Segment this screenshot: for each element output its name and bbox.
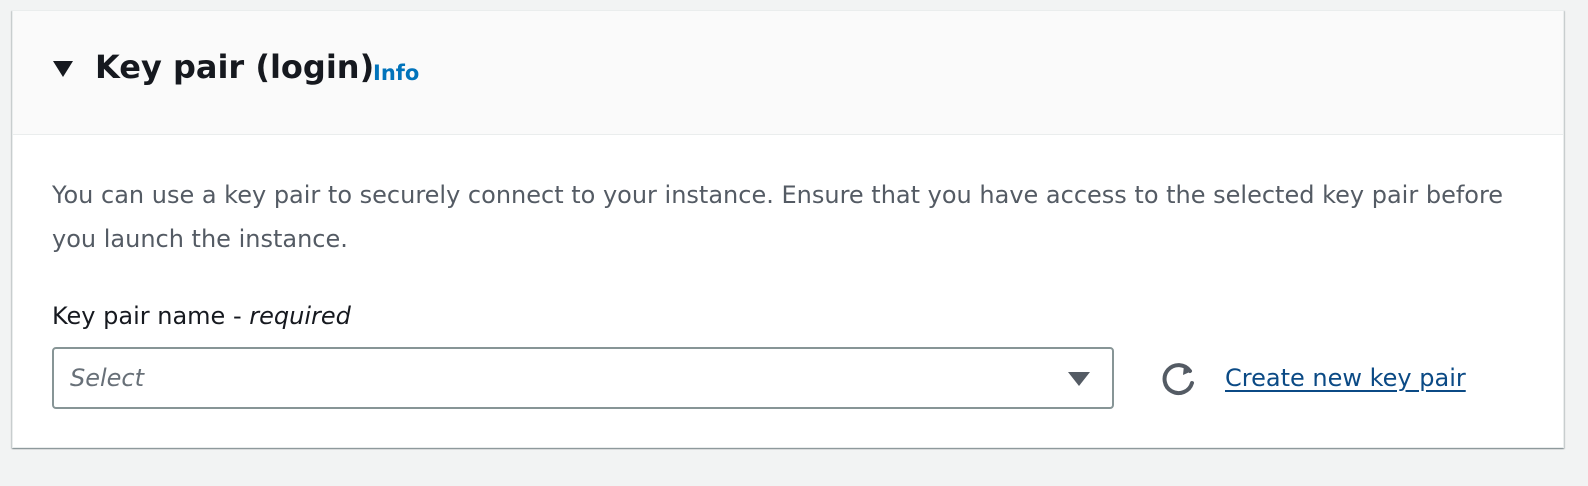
key-pair-name-label: Key pair name - required [52,300,351,332]
key-pair-name-label-text: Key pair name - [52,302,250,330]
panel-title: Key pair (login) [95,48,375,86]
key-pair-select[interactable]: Select [52,347,1114,409]
required-label: required [249,302,351,330]
chevron-down-icon [1068,372,1090,386]
panel-header: Key pair (login) Info [13,11,1563,135]
info-link[interactable]: Info [373,59,419,87]
select-placeholder: Select [70,364,145,392]
create-new-key-pair-link[interactable]: Create new key pair [1225,362,1466,394]
section-description: You can use a key pair to securely conne… [52,181,1504,253]
refresh-icon [1162,363,1194,396]
key-pair-panel: Key pair (login) Info You can use a key … [12,10,1564,448]
refresh-button[interactable] [1159,359,1199,399]
expand-caret-icon[interactable] [53,61,73,77]
